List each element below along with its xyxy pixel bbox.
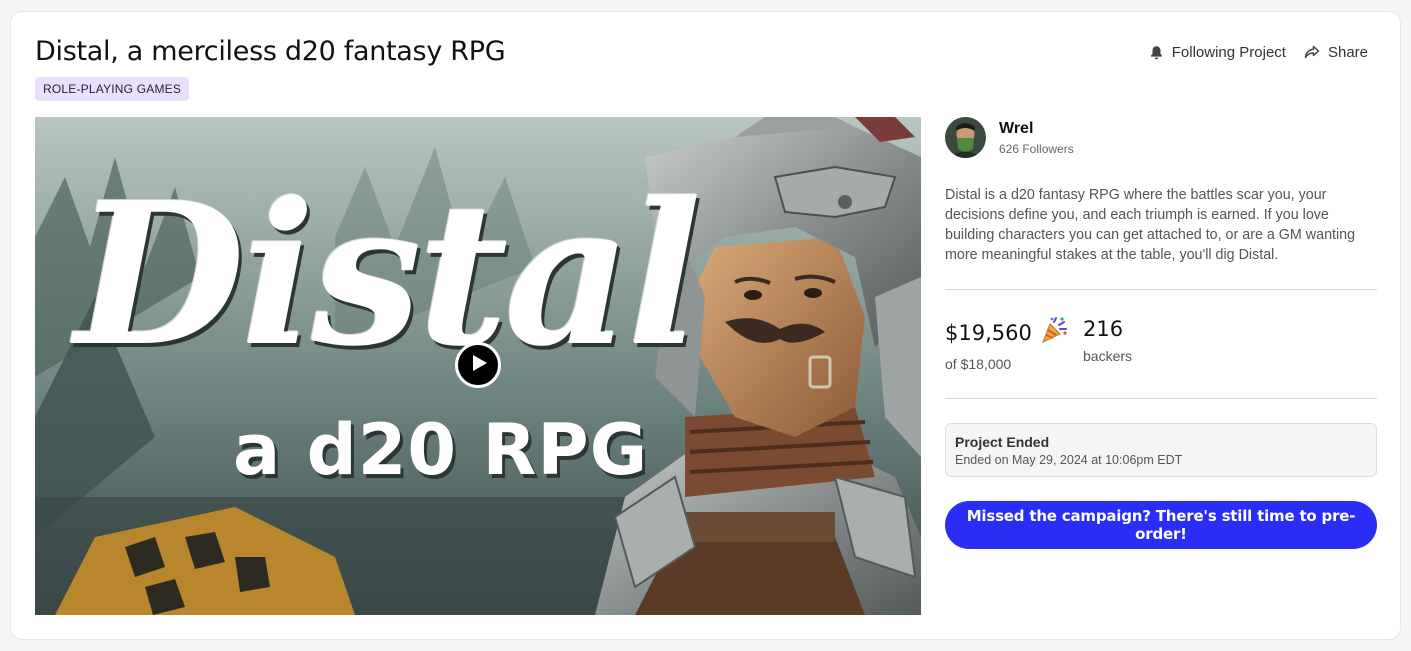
creator-followers: 626 Followers [999,141,1074,156]
share-button[interactable]: Share [1304,44,1368,61]
project-sidebar: Wrel 626 Followers Distal is a d20 fanta… [945,117,1377,549]
pledged-stat: $19,560 of $18,000 [945,316,1067,372]
project-card: Distal, a merciless d20 fantasy RPG ROLE… [10,11,1401,640]
pledged-amount: $19,560 [945,321,1032,345]
funding-stats: $19,560 of $18,000 216 backers [945,316,1377,372]
backers-count: 216 [1083,317,1124,341]
backers-stat: 216 backers [1083,316,1132,372]
status-date: Ended on May 29, 2024 at 10:06pm EDT [955,453,1183,467]
project-title: Distal, a merciless d20 fantasy RPG [35,36,506,67]
creator-avatar[interactable] [945,117,986,158]
project-actions: Following Project Share [1149,44,1368,61]
party-popper-icon [1040,316,1068,350]
share-arrow-icon [1304,45,1320,60]
project-status-box: Project Ended Ended on May 29, 2024 at 1… [945,423,1377,477]
video-overlay-title: Distal [75,160,702,390]
funding-goal: of $18,000 [945,356,1012,372]
status-title: Project Ended [955,434,1050,450]
preorder-button[interactable]: Missed the campaign? There's still time … [945,501,1377,549]
project-blurb: Distal is a d20 fantasy RPG where the ba… [945,187,1356,263]
bell-icon [1149,45,1164,61]
creator-name[interactable]: Wrel [999,120,1074,138]
play-icon [469,354,488,377]
category-tag[interactable]: ROLE-PLAYING GAMES [35,77,190,101]
video-overlay-subtitle: a d20 RPG [233,409,649,491]
following-label: Following Project [1171,44,1286,61]
following-project-button[interactable]: Following Project [1149,44,1286,61]
creator-info: Wrel 626 Followers [945,117,1377,158]
project-video[interactable]: Distal a d20 RPG [35,117,921,615]
play-button[interactable] [455,342,501,388]
divider [945,289,1377,290]
divider [945,398,1377,399]
share-label: Share [1327,44,1368,61]
backers-label: backers [1083,348,1133,364]
